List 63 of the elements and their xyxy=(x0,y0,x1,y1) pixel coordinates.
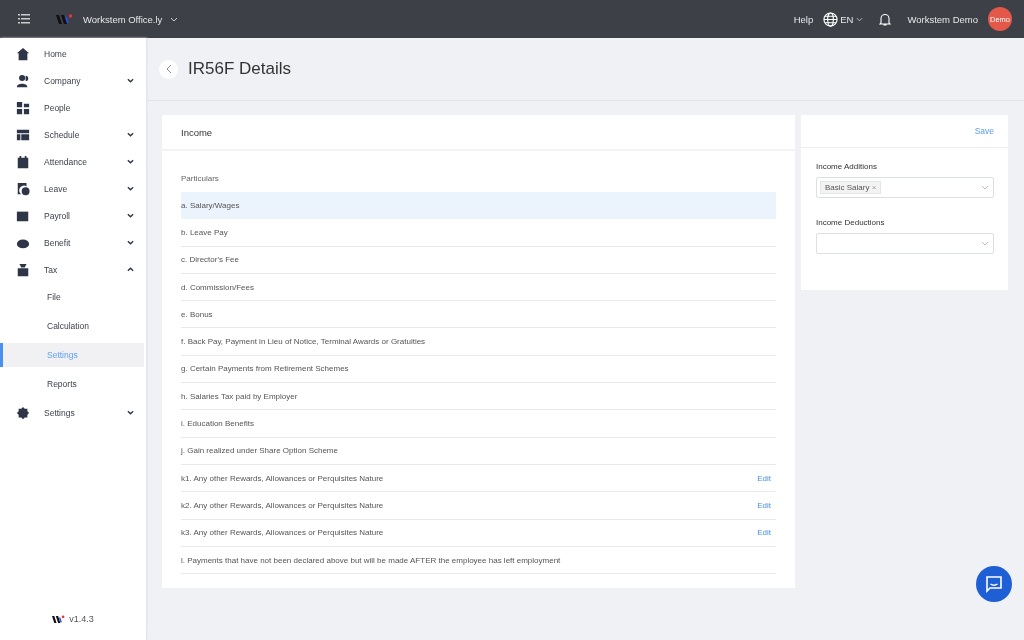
chevron-down-icon[interactable] xyxy=(127,159,134,164)
select-field[interactable] xyxy=(816,233,994,254)
edit-link[interactable]: Edit xyxy=(757,528,771,538)
version-label: v1.4.3 xyxy=(69,614,94,624)
tag-label: Basic Salary xyxy=(825,183,870,192)
sidebar-item[interactable]: Tax xyxy=(0,256,146,283)
sidebar-item[interactable]: Home xyxy=(0,40,146,67)
card-title: Income xyxy=(162,115,795,151)
sidebar-subitem[interactable]: File xyxy=(0,285,144,309)
column-header: Particulars xyxy=(181,173,220,185)
globe-icon[interactable] xyxy=(823,11,839,27)
sidebar-item[interactable]: Attendance xyxy=(0,148,146,175)
sidebar-item[interactable]: Schedule xyxy=(0,121,146,148)
sidebar-item[interactable]: Benefit xyxy=(0,229,146,256)
user-name[interactable]: Workstem Demo xyxy=(907,13,978,25)
chevron-down-icon[interactable] xyxy=(127,410,134,415)
sidebar-item[interactable]: Company xyxy=(0,67,146,94)
field-label: Income Deductions xyxy=(816,218,886,227)
sidebar-item[interactable]: Settings xyxy=(0,399,146,426)
calendar-icon xyxy=(16,154,30,169)
menu-icon[interactable] xyxy=(18,14,30,24)
chevron-down-icon[interactable] xyxy=(127,78,134,83)
logo-icon xyxy=(52,614,66,624)
grid-icon xyxy=(16,100,30,115)
list-row[interactable]: k3. Any other Rewards, Allowances or Perquisites Nature Edit xyxy=(181,519,776,547)
logo-icon xyxy=(56,13,73,25)
list-row[interactable]: d. Commission/Fees xyxy=(181,273,776,302)
company-name[interactable]: Workstem Office.ly xyxy=(83,13,163,25)
field-label: Income Additions xyxy=(816,162,878,171)
help-link[interactable]: Help xyxy=(793,13,814,25)
list-row[interactable]: a. Salary/Wages xyxy=(181,192,776,220)
chat-icon xyxy=(985,575,1003,593)
sidebar-subitem[interactable]: Calculation xyxy=(0,314,144,338)
list-row[interactable]: b. Leave Pay xyxy=(181,219,776,247)
home-icon xyxy=(16,46,30,61)
list-row[interactable]: g. Certain Payments from Retirement Schemes xyxy=(181,355,776,384)
sidebar-item[interactable]: Payroll xyxy=(0,202,146,229)
list-row[interactable]: f. Back Pay, Payment in Lieu of Notice, Terminal Awards or Gratuities xyxy=(181,328,776,356)
list-row[interactable]: k2. Any other Rewards, Allowances or Perquisites Nature Edit xyxy=(181,492,776,520)
sidebar-item[interactable]: People xyxy=(0,94,146,121)
list-row[interactable]: c. Director's Fee xyxy=(181,246,776,274)
edit-link[interactable]: Edit xyxy=(757,500,771,510)
gear-icon xyxy=(16,405,30,420)
bell-icon[interactable] xyxy=(879,12,892,26)
chevron-down-icon[interactable] xyxy=(127,240,134,245)
list-row[interactable]: l. Payments that have not been declared above but will be made AFTER the employee has left employment xyxy=(181,546,776,575)
language-selector[interactable]: EN xyxy=(840,13,854,25)
chevron-down-icon[interactable] xyxy=(127,132,134,137)
list-row[interactable]: i. Education Benefits xyxy=(181,410,776,438)
edit-link[interactable]: Edit xyxy=(757,473,771,483)
page-title: IR56F Details xyxy=(188,59,291,79)
list-row[interactable]: k1. Any other Rewards, Allowances or Perquisites Nature Edit xyxy=(181,464,776,493)
list-row[interactable]: h. Salaries Tax paid by Employer xyxy=(181,383,776,411)
chevron-up-icon[interactable] xyxy=(127,267,134,272)
people-icon xyxy=(16,73,30,88)
list-row[interactable]: e. Bonus xyxy=(181,301,776,329)
chat-button[interactable] xyxy=(976,566,1012,602)
sidebar-subitem[interactable]: Reports xyxy=(0,372,144,396)
chevron-down-icon[interactable] xyxy=(127,186,134,191)
chevron-down-icon[interactable] xyxy=(127,213,134,218)
list-row[interactable]: j. Gain realized under Share Option Scheme xyxy=(181,437,776,465)
sidebar-item[interactable]: Leave xyxy=(0,175,146,202)
schedule-icon xyxy=(16,127,30,142)
